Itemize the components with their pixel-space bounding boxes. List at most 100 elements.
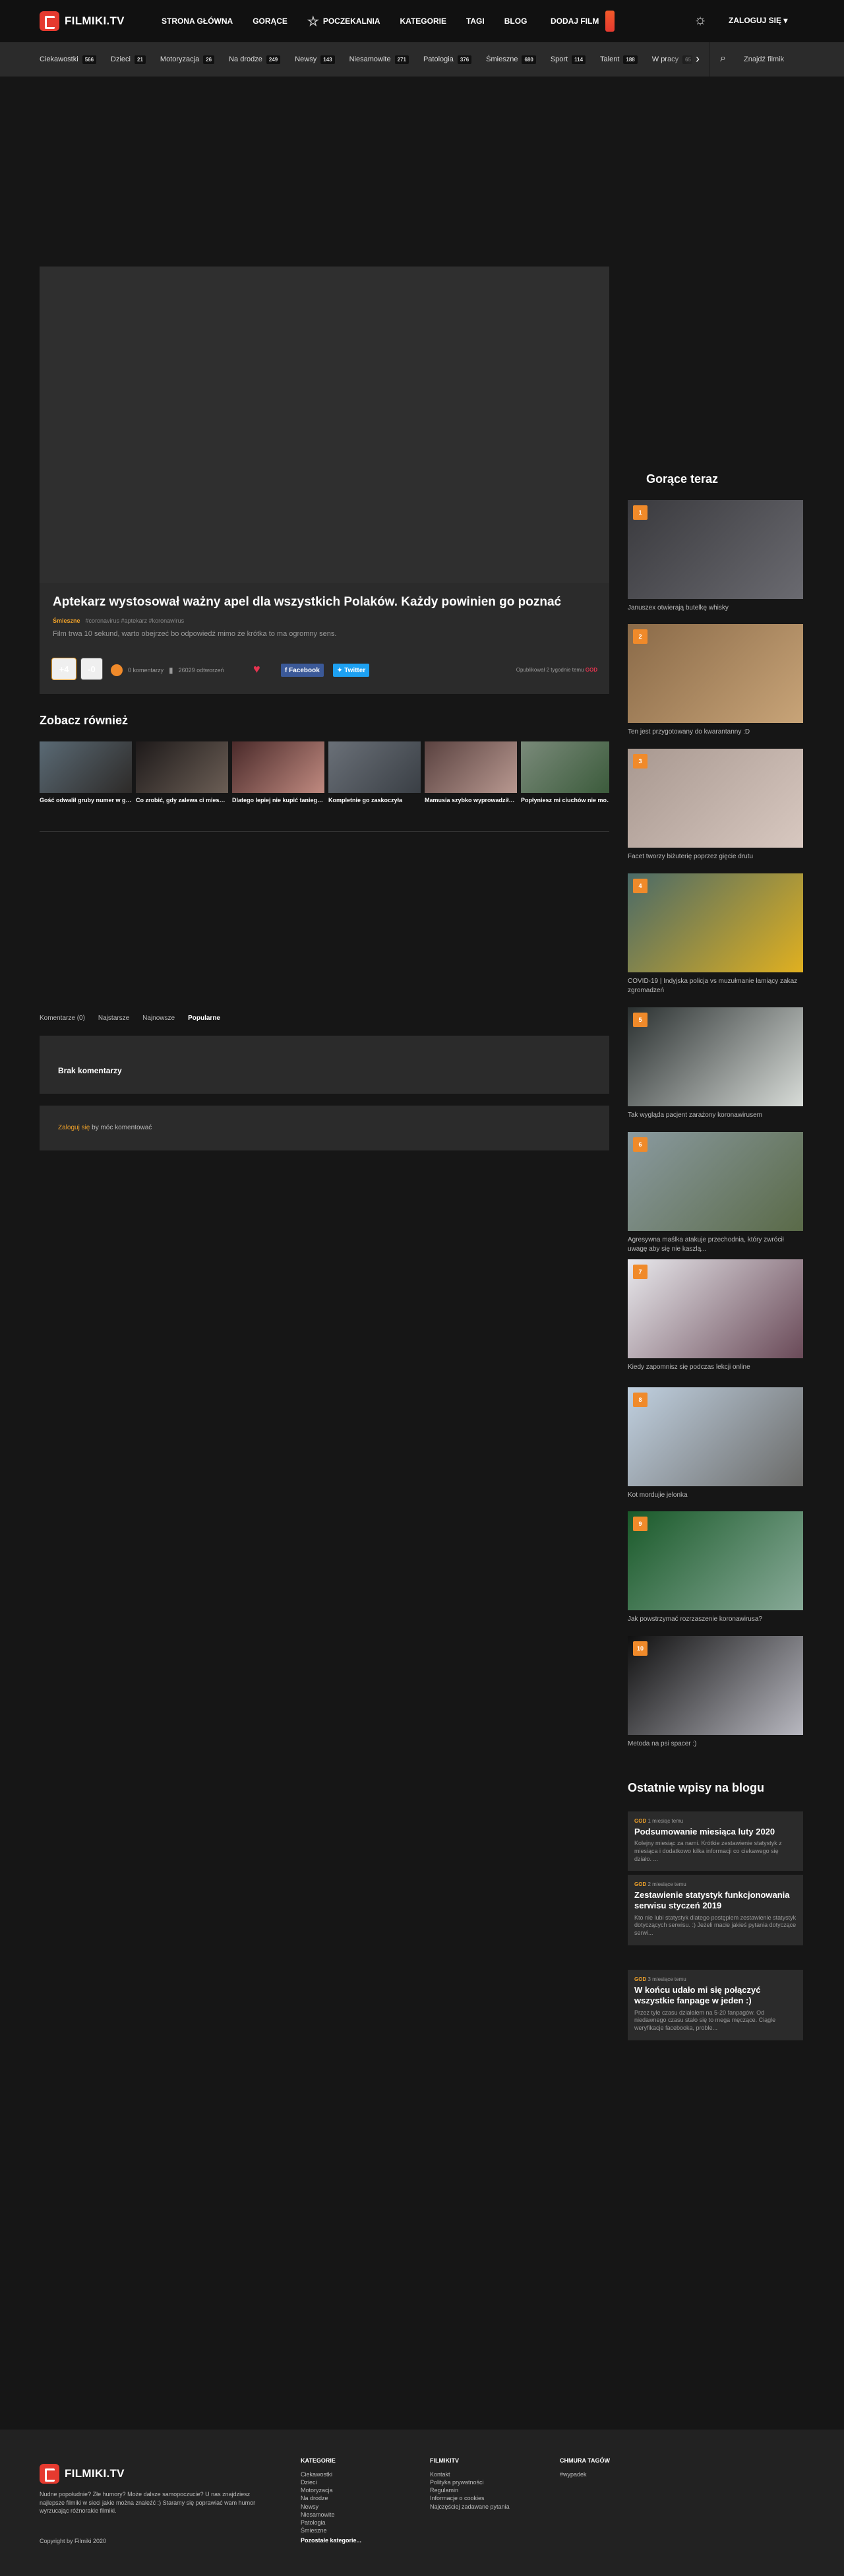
footer-link[interactable]: Kontakt	[430, 2470, 510, 2478]
related-video[interactable]: Mamusia szybko wyprowadziła go z błędu	[425, 741, 517, 807]
hot-video[interactable]: 2 Ten jest przygotowany do kwarantanny :D	[628, 624, 803, 737]
hot-video[interactable]: 10 Metoda na psi spacer :)	[628, 1636, 803, 1749]
blog-post[interactable]: GOD 1 miesiąc temu Podsumowanie miesiąca …	[628, 1811, 803, 1871]
blog-post[interactable]: GOD 3 miesiące temu W końcu udało mi się …	[628, 1970, 803, 2040]
blog-post[interactable]: GOD 2 miesiące temu Zestawienie statystyk…	[628, 1875, 803, 1945]
share-twitter-button[interactable]: ✦ Twitter	[333, 664, 370, 677]
category-item[interactable]: Patologia 376	[423, 55, 472, 64]
footer-link[interactable]: Patologia	[301, 2519, 361, 2527]
footer-more-link[interactable]: Pozostałe kategorie...	[301, 2536, 361, 2544]
nav-categories[interactable]: KATEGORIE	[400, 16, 446, 26]
hot-video[interactable]: 8 Kot mordujie jelonka	[628, 1387, 803, 1500]
rank-badge: 4	[633, 879, 648, 893]
posted-info: Opublikował 2 tygodnie temu GOD	[516, 667, 597, 673]
footer-link[interactable]: Śmieszne	[301, 2527, 361, 2534]
category-label: Sport	[550, 55, 568, 63]
category-label: Ciekawostki	[40, 55, 78, 63]
footer-link[interactable]: Ciekawostki	[301, 2470, 361, 2478]
category-item[interactable]: Dzieci 21	[111, 55, 146, 64]
tab-oldest[interactable]: Najstarsze	[98, 1015, 129, 1022]
nav-waiting-room[interactable]: ☆ POCZEKALNIA	[307, 13, 380, 30]
nav-home[interactable]: STRONA GŁÓWNA	[162, 16, 233, 26]
hot-caption: Ten jest przygotowany do kwarantanny :D	[628, 728, 750, 736]
tab-popular[interactable]: Popularne	[188, 1015, 220, 1022]
hot-video[interactable]: 1 Januszex otwierają butelkę whisky	[628, 500, 803, 613]
footer-link[interactable]: #wypadek	[560, 2470, 610, 2478]
comment-count[interactable]: 0 komentarzy	[128, 667, 164, 674]
footer-logo[interactable]: FILMIKI.TV	[40, 2464, 125, 2484]
footer-link[interactable]: Polityka prywatności	[430, 2478, 510, 2486]
category-item[interactable]: Sport 114	[551, 55, 586, 64]
vote-up-button[interactable]: +4	[51, 658, 76, 680]
footer-link[interactable]: Na drodze	[301, 2494, 361, 2502]
logo-icon	[40, 2464, 59, 2484]
search-input[interactable]	[744, 52, 823, 67]
hot-video[interactable]: 9 Jak powstrzymać rozrzaszenie koronawiru…	[628, 1511, 803, 1624]
tab-comments[interactable]: Komentarze (0)	[40, 1015, 85, 1022]
chevron-right-icon[interactable]: ›	[696, 52, 700, 66]
theme-toggle-icon[interactable]: ☼	[694, 11, 707, 28]
add-film-label: DODAJ FILM	[551, 16, 599, 26]
hot-caption: Facet tworzy biżuterię poprzez gięcie dr…	[628, 853, 754, 860]
category-item[interactable]: Ciekawostki 566	[40, 55, 97, 64]
related-video[interactable]: Kompletnie go zaskoczyła	[328, 741, 421, 807]
logo-text: FILMIKI.TV	[65, 15, 125, 27]
main-nav: STRONA GŁÓWNA GORĄCE ☆ POCZEKALNIA KATEGO…	[162, 0, 547, 42]
footer-link[interactable]: Regulamin	[430, 2486, 510, 2494]
tab-newest[interactable]: Najnowsze	[142, 1015, 175, 1022]
footer-link[interactable]: Niesamowite	[301, 2511, 361, 2519]
blog-author: GOD	[634, 1818, 647, 1824]
category-count: 249	[266, 55, 281, 64]
blog-meta: GOD 1 miesiąc temu	[634, 1818, 797, 1824]
nav-hot[interactable]: GORĄCE	[253, 16, 287, 26]
related-caption: Co zrobić, gdy zalewa ci mieszkanie	[136, 797, 228, 803]
site-logo[interactable]: FILMIKI.TV	[40, 11, 125, 31]
see-also-title: Zobacz również	[40, 714, 129, 727]
hot-video[interactable]: 5 Tak wygląda pacjent zarażony koronawiru…	[628, 1007, 803, 1120]
vote-down-button[interactable]: -0	[80, 658, 103, 680]
add-film-button[interactable]: DODAJ FILM	[551, 11, 615, 32]
category-count: 21	[135, 55, 146, 64]
related-video[interactable]: Gość odwalił gruby numer w garażu	[40, 741, 132, 807]
blog-author: GOD	[634, 1881, 647, 1887]
video-player[interactable]	[40, 267, 609, 583]
footer-link[interactable]: Newsy	[301, 2503, 361, 2511]
heart-icon[interactable]: ♥	[253, 662, 260, 676]
video-tags[interactable]: #coronavirus #aptekarz #koronawirus	[86, 617, 185, 624]
hot-video[interactable]: 7 Kiedy zapomnisz się podczas lekcji onli…	[628, 1259, 803, 1372]
footer-link[interactable]: Informacje o cookies	[430, 2494, 510, 2502]
search-icon[interactable]: ⌕	[720, 53, 726, 65]
related-thumbnail	[425, 741, 517, 793]
category-item[interactable]: Niesamowite 271	[349, 55, 409, 64]
blog-time: 3 miesiące temu	[646, 1976, 686, 1982]
video-category[interactable]: Śmieszne	[53, 617, 80, 624]
footer-copyright: Copyright by Filmiki 2020	[40, 2538, 107, 2544]
hot-caption: Tak wygląda pacjent zarażony koronawirus…	[628, 1112, 762, 1119]
category-item[interactable]: Talent 188	[600, 55, 638, 64]
divider	[40, 831, 609, 832]
video-title: Aptekarz wystosował ważny apel dla wszys…	[53, 595, 562, 609]
footer-link[interactable]: Najczęściej zadawane pytania	[430, 2503, 510, 2511]
posted-user[interactable]: GOD	[586, 667, 597, 673]
footer-link[interactable]: Dzieci	[301, 2478, 361, 2486]
category-item[interactable]: Śmieszne 680	[486, 55, 536, 64]
related-video[interactable]: Co zrobić, gdy zalewa ci mieszkanie	[136, 741, 228, 807]
category-item[interactable]: Na drodze 249	[229, 55, 281, 64]
hot-video[interactable]: 3 Facet tworzy biżuterię poprzez gięcie d…	[628, 749, 803, 862]
blog-title: Ostatnie wpisy na blogu	[628, 1781, 765, 1794]
footer-link[interactable]: Motoryzacja	[301, 2486, 361, 2494]
twitter-icon: ✦	[337, 666, 345, 674]
category-item[interactable]: Motoryzacja 26	[160, 55, 215, 64]
nav-tags[interactable]: TAGI	[466, 16, 485, 26]
category-item[interactable]: Newsy 143	[295, 55, 335, 64]
nav-blog[interactable]: BLOG	[504, 16, 528, 26]
hot-video[interactable]: 4 COVID-19 | Indyjska policja vs muzułman…	[628, 873, 803, 995]
category-count: 26	[203, 55, 215, 64]
related-video[interactable]: Dlatego lepiej nie kupić taniego mebla	[232, 741, 324, 807]
related-caption: Mamusia szybko wyprowadziła go z błędu	[425, 797, 517, 803]
comment-login-link[interactable]: Zaloguj się	[58, 1124, 90, 1131]
share-facebook-button[interactable]: f Facebook	[281, 664, 324, 677]
related-video[interactable]: Popłyniesz mi ciuchów nie moczę	[521, 741, 609, 807]
login-button[interactable]: ZALOGUJ SIĘ ▾	[729, 16, 787, 25]
hot-video[interactable]: 6 Agresywna maślka atakuje przechodnia, k…	[628, 1132, 803, 1253]
